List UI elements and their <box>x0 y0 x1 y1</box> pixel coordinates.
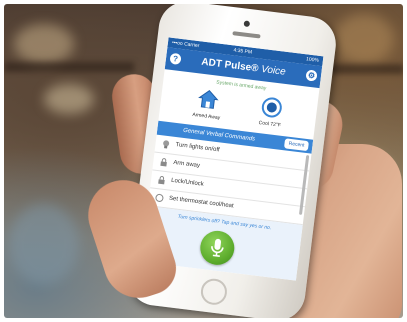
lock-icon <box>158 176 165 185</box>
photo-scene: •••oo Carrier 4:35 PM 100% ? ADT Pulse® … <box>0 0 407 322</box>
app-title-brand: ADT Pulse® <box>200 56 260 75</box>
app-title-sub: Voice <box>260 63 287 78</box>
bokeh-light <box>334 14 394 64</box>
earpiece-speaker <box>232 31 261 39</box>
bokeh-light <box>9 204 79 284</box>
thermostat-icon <box>155 193 164 202</box>
bokeh-light <box>14 24 74 64</box>
house-icon <box>198 90 219 109</box>
front-camera <box>243 20 251 28</box>
microphone-button[interactable] <box>198 228 237 267</box>
mode-label: Armed Away <box>191 111 221 122</box>
mode-thermostat[interactable]: Cool 72°F <box>245 93 298 130</box>
bulb-icon <box>163 140 170 149</box>
photo-background: •••oo Carrier 4:35 PM 100% ? ADT Pulse® … <box>4 4 403 318</box>
home-button[interactable] <box>199 277 229 307</box>
lock-icon <box>160 158 167 167</box>
recent-button[interactable]: Recent <box>284 138 309 152</box>
command-label: Arm away <box>172 159 201 170</box>
background-shelf <box>4 62 134 72</box>
microphone-icon <box>211 238 224 258</box>
mode-armed-away[interactable]: Armed Away <box>181 86 234 123</box>
thermostat-icon <box>261 97 282 118</box>
bokeh-light <box>44 84 94 114</box>
mode-label: Cool 72°F <box>258 119 282 129</box>
